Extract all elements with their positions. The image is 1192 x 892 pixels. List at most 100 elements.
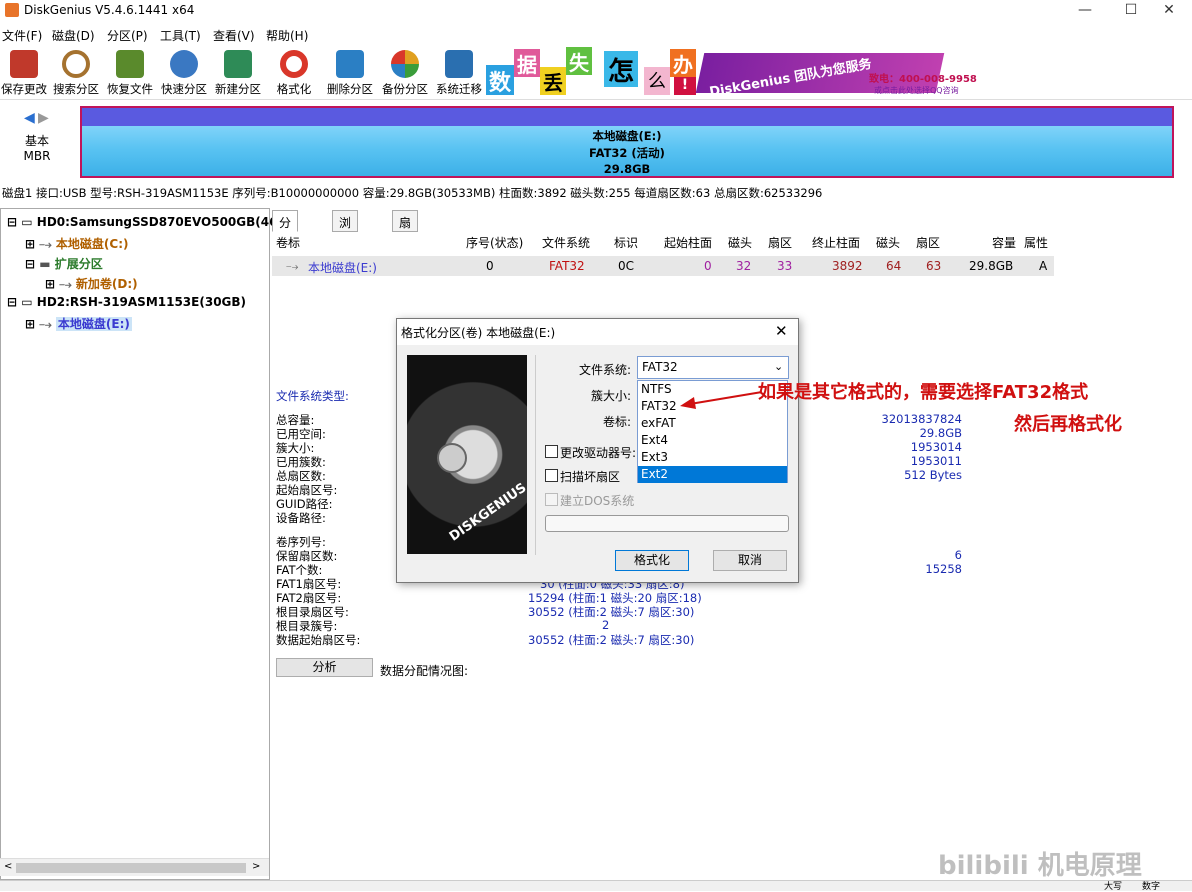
disk-illustration: DISKGENIUS: [407, 355, 527, 554]
disk-style-label: 基本: [24, 134, 49, 148]
col-sector[interactable]: 扇区: [768, 234, 792, 251]
col-index[interactable]: 序号(状态): [466, 234, 523, 251]
num-indicator: 数字: [1142, 882, 1161, 892]
partition-icon: ⤍: [39, 317, 52, 331]
caps-indicator: 大写: [1104, 882, 1123, 892]
restore-files-button[interactable]: 恢复文件: [104, 48, 156, 98]
system-migrate-button[interactable]: 系统迁移: [433, 48, 485, 98]
option-ext2[interactable]: Ext2: [638, 466, 787, 483]
col-end-cyl[interactable]: 终止柱面: [812, 234, 860, 251]
disk-type-label: MBR: [23, 149, 51, 163]
banner-char: 怎: [604, 51, 638, 87]
migrate-icon: [445, 50, 473, 78]
col-fs[interactable]: 文件系统: [542, 234, 590, 251]
partition-bar-fs: FAT32 (活动): [589, 146, 665, 160]
menu-disk[interactable]: 磁盘(D): [52, 27, 95, 44]
tree-node-c[interactable]: ⊞ ⤍ 本地磁盘(C:): [25, 235, 129, 252]
dos-checkbox[interactable]: [545, 493, 558, 506]
scroll-thumb[interactable]: [16, 863, 246, 873]
col-end-head[interactable]: 磁头: [876, 234, 900, 251]
fs-select[interactable]: FAT32 ⌄: [637, 356, 789, 379]
tab-sector-edit[interactable]: 扇区编辑: [392, 210, 419, 281]
col-start-cyl[interactable]: 起始柱面: [664, 234, 712, 251]
annotation-line1: 如果是其它格式的，需要选择FAT32格式: [758, 382, 1089, 403]
tree-node-d[interactable]: ⊞ ⤍ 新加卷(D:): [45, 275, 138, 292]
search-partition-button[interactable]: 搜索分区: [50, 48, 102, 98]
menu-help[interactable]: 帮助(H): [266, 27, 308, 44]
prop-value: 512 Bytes: [904, 468, 962, 482]
format-confirm-button[interactable]: 格式化: [615, 550, 689, 571]
col-capacity[interactable]: 容量: [992, 234, 1016, 251]
new-partition-icon: [224, 50, 252, 78]
quick-partition-button[interactable]: 快速分区: [158, 48, 210, 98]
delete-partition-button[interactable]: 删除分区: [324, 48, 376, 98]
scan-bad-checkbox[interactable]: [545, 469, 558, 482]
format-icon: [280, 50, 308, 78]
cell-end-sector: 63: [926, 259, 942, 273]
tab-partition-params[interactable]: 分区参数: [272, 210, 299, 281]
cell-capacity: 29.8GB: [969, 259, 1014, 273]
tree-node-e[interactable]: ⊞ ⤍ 本地磁盘(E:): [25, 315, 132, 332]
scroll-right-icon[interactable]: >: [252, 861, 260, 872]
dos-label: 建立DOS系统: [560, 494, 635, 508]
prev-disk-icon[interactable]: ◀: [24, 110, 35, 126]
scroll-left-icon[interactable]: <: [4, 861, 12, 872]
option-exfat[interactable]: exFAT: [638, 415, 787, 432]
save-changes-button[interactable]: 保存更改: [0, 48, 48, 98]
cell-volume: 本地磁盘(E:): [308, 261, 377, 275]
prop-value: 1953011: [910, 454, 962, 468]
tree-hscrollbar[interactable]: < >: [0, 858, 269, 876]
dialog-close-icon[interactable]: ✕: [775, 322, 788, 340]
partition-icon: ⤍: [39, 237, 52, 251]
expand-icon[interactable]: ⊞: [25, 237, 35, 251]
tree-node-hd0[interactable]: ⊟ ▭ HD0:SamsungSSD870EVO500GB(466: [7, 215, 286, 229]
hub-icon: [437, 443, 467, 473]
prop-label: 数据起始扇区号:: [276, 633, 361, 647]
collapse-icon[interactable]: ⊟: [7, 295, 17, 309]
menu-tools[interactable]: 工具(T): [160, 27, 201, 44]
col-attr[interactable]: 属性: [1024, 234, 1048, 251]
prop-value: 2: [602, 618, 610, 632]
col-head[interactable]: 磁头: [728, 234, 752, 251]
close-button[interactable]: ✕: [1146, 0, 1192, 22]
volume-label: 卷标:: [603, 415, 632, 429]
magnifier-icon: [62, 50, 90, 78]
expand-icon[interactable]: ⊞: [25, 317, 35, 331]
tree-node-hd2[interactable]: ⊟ ▭ HD2:RSH-319ASM1153E(30GB): [7, 295, 246, 309]
table-row[interactable]: ⤍ 本地磁盘(E:) 0 FAT32 0C 0 32 33 3892 64 63…: [272, 256, 1054, 276]
banner-char: 失: [566, 47, 592, 75]
restore-icon: [116, 50, 144, 78]
minimize-button[interactable]: —: [1062, 0, 1108, 22]
option-ext3[interactable]: Ext3: [638, 449, 787, 466]
new-partition-button[interactable]: 新建分区: [212, 48, 264, 98]
col-volume[interactable]: 卷标: [276, 234, 300, 251]
expand-icon[interactable]: ⊞: [45, 277, 55, 291]
disk-tree: ⊟ ▭ HD0:SamsungSSD870EVO500GB(466 ⊞ ⤍ 本地…: [0, 208, 286, 880]
col-id[interactable]: 标识: [614, 234, 638, 251]
backup-partition-button[interactable]: 备份分区: [379, 48, 431, 98]
prop-value: 30552 (柱面:2 磁头:7 扇区:30): [528, 633, 695, 647]
menu-partition[interactable]: 分区(P): [107, 27, 148, 44]
col-end-sector[interactable]: 扇区: [916, 234, 940, 251]
format-button[interactable]: 格式化: [274, 48, 314, 98]
alloc-map-label: 数据分配情况图:: [380, 664, 469, 678]
option-ext4[interactable]: Ext4: [638, 432, 787, 449]
cell-end-head: 64: [886, 259, 902, 273]
collapse-icon[interactable]: ⊟: [7, 215, 17, 229]
tab-browse-files[interactable]: 浏览文件: [332, 210, 359, 281]
change-drive-label: 更改驱动器号:: [560, 446, 637, 460]
disk-partition-bar[interactable]: 本地磁盘(E:) FAT32 (活动) 29.8GB: [80, 106, 1174, 178]
collapse-icon[interactable]: ⊟: [25, 257, 35, 271]
prop-value: 1953014: [910, 440, 962, 454]
menu-file[interactable]: 文件(F): [2, 27, 42, 44]
cluster-label: 簇大小:: [591, 389, 632, 403]
extended-icon: ▬: [39, 257, 51, 271]
change-drive-checkbox[interactable]: [545, 445, 558, 458]
next-disk-icon[interactable]: ▶: [38, 110, 49, 126]
tree-node-extended[interactable]: ⊟ ▬ 扩展分区: [25, 255, 103, 272]
analyze-button[interactable]: 分析: [276, 658, 373, 677]
partition-bar-top: [82, 108, 1172, 126]
ad-banner[interactable]: 数 据 丢 失 怎 么 办 ! DiskGenius 团队为您服务 致电：400…: [486, 45, 984, 98]
menu-view[interactable]: 查看(V): [213, 27, 255, 44]
cancel-button[interactable]: 取消: [713, 550, 787, 571]
